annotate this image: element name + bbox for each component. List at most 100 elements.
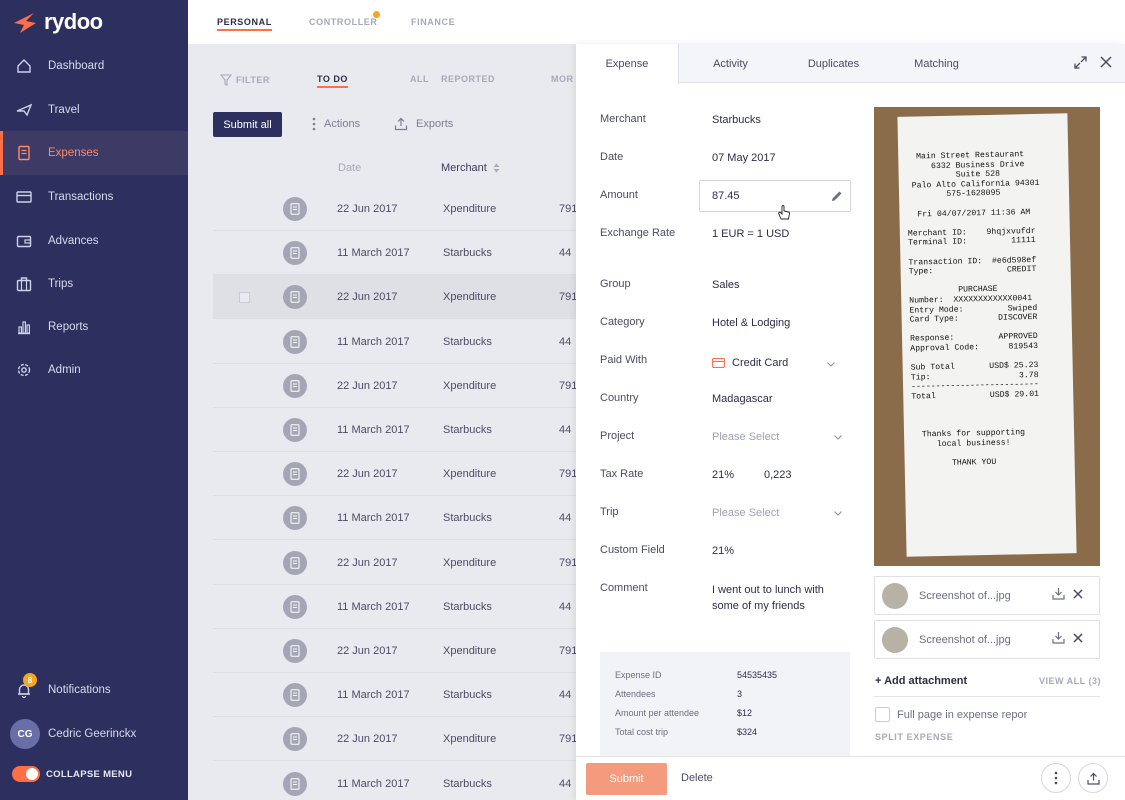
brand-name: rydoo [44, 9, 103, 34]
sidebar-item-admin[interactable]: Admin [0, 348, 188, 392]
comment-field[interactable]: I went out to lunch with some of my frie… [712, 582, 842, 620]
close-icon[interactable] [1073, 633, 1083, 643]
table-row[interactable]: 11 March 2017 Starbucks 44 [213, 496, 613, 541]
table-row[interactable]: 22 Jun 2017 Xpenditure 791 [213, 187, 613, 231]
info-value: $12 [737, 708, 753, 718]
paid-with-label: Paid With [600, 354, 648, 366]
download-icon[interactable] [1052, 631, 1065, 644]
row-checkbox[interactable] [239, 292, 250, 304]
receipt-image[interactable]: Main Street Restaurant 6332 Business Dri… [874, 107, 1100, 566]
sidebar-item-reports[interactable]: Reports [0, 305, 188, 349]
tab-all[interactable]: ALL [410, 74, 429, 84]
date-field[interactable]: 07 May 2017 [712, 152, 776, 164]
sidebar-item-label: Transactions [48, 191, 114, 203]
card-icon [16, 191, 32, 203]
sidebar-item-label: Expenses [48, 147, 99, 159]
table-row[interactable]: 11 March 2017 Starbucks 44 [213, 231, 613, 276]
toggle-switch[interactable] [12, 766, 40, 782]
tab-more[interactable]: MOR [551, 74, 574, 84]
share-button[interactable] [1078, 763, 1108, 793]
row-amount: 791 [559, 203, 578, 215]
column-header-merchant[interactable]: Merchant [441, 162, 500, 174]
close-icon[interactable] [1073, 589, 1083, 599]
bar-chart-icon [18, 321, 31, 335]
project-select[interactable]: Please Select [712, 431, 779, 443]
tab-activity[interactable]: Activity [679, 44, 782, 83]
table-row[interactable]: 22 Jun 2017 Xpenditure 791 [213, 452, 613, 497]
table-row[interactable]: 22 Jun 2017 Xpenditure 791 [213, 364, 613, 408]
receipt-icon [283, 683, 307, 708]
country-field[interactable]: Madagascar [712, 393, 773, 405]
tab-expense[interactable]: Expense [576, 44, 679, 84]
tab-duplicates[interactable]: Duplicates [782, 44, 885, 83]
chevron-down-icon[interactable] [827, 362, 835, 367]
custom-field-label: Custom Field [600, 544, 665, 556]
tab-matching[interactable]: Matching [885, 44, 988, 83]
table-row[interactable]: 11 March 2017 Starbucks 44 [213, 673, 613, 718]
receipt-icon [283, 373, 307, 398]
merchant-field[interactable]: Starbucks [712, 114, 761, 126]
expand-icon[interactable] [1074, 56, 1087, 69]
sidebar-item-dashboard[interactable]: Dashboard [0, 44, 188, 88]
sidebar-item-transactions[interactable]: Transactions [0, 175, 188, 219]
pencil-icon[interactable] [831, 190, 843, 202]
close-icon[interactable] [1100, 56, 1112, 68]
attachment-item[interactable]: Screenshot of...jpg [874, 620, 1100, 659]
tax-amount-field[interactable]: 0,223 [764, 469, 792, 481]
country-label: Country [600, 392, 639, 404]
submit-all-button[interactable]: Submit all [213, 112, 282, 137]
chevron-down-icon[interactable] [834, 511, 842, 516]
tab-finance[interactable]: FINANCE [411, 17, 455, 27]
table-row[interactable]: 11 March 2017 Starbucks 44 [213, 585, 613, 629]
sidebar-item-advances[interactable]: Advances [0, 219, 188, 263]
collapse-menu-toggle[interactable]: COLLAPSE MENU [12, 766, 132, 782]
attachment-item[interactable]: Screenshot of...jpg [874, 576, 1100, 615]
trip-select[interactable]: Please Select [712, 507, 779, 519]
column-header-date[interactable]: Date [338, 162, 361, 174]
sidebar-item-expenses[interactable]: Expenses [0, 131, 188, 175]
upload-icon [394, 117, 408, 131]
split-expense-link[interactable]: SPLIT EXPENSE [875, 732, 953, 742]
chevron-down-icon[interactable] [834, 435, 842, 440]
custom-field[interactable]: 21% [712, 545, 734, 557]
sidebar-item-trips[interactable]: Trips [0, 262, 188, 306]
submit-button[interactable]: Submit [586, 763, 667, 795]
table-row[interactable]: 11 March 2017 Starbucks 44 [213, 762, 613, 800]
category-field[interactable]: Hotel & Lodging [712, 317, 790, 329]
paid-with-select[interactable]: Credit Card [712, 357, 836, 369]
table-row[interactable]: 22 Jun 2017 Xpenditure 791 [213, 717, 613, 762]
table-row[interactable]: 22 Jun 2017 Xpenditure 791 [213, 629, 613, 673]
paid-with-value: Credit Card [732, 357, 789, 369]
user-profile[interactable]: CG Cedric Geerinckx [0, 712, 188, 756]
filter-label: FILTER [236, 75, 270, 85]
receipt-icon [283, 418, 307, 442]
group-field[interactable]: Sales [712, 279, 740, 291]
tab-personal[interactable]: PERSONAL [217, 17, 272, 31]
sidebar-item-travel[interactable]: Travel [0, 88, 188, 132]
actions-button[interactable]: Actions [312, 117, 360, 131]
table-row[interactable]: 22 Jun 2017 Xpenditure 791 [213, 541, 613, 585]
add-attachment-button[interactable]: + Add attachment [875, 675, 967, 687]
sidebar-item-label: Trips [48, 278, 74, 290]
amount-input[interactable]: 87.45 [699, 180, 851, 212]
tab-controller[interactable]: CONTROLLER [309, 17, 378, 27]
rydoo-logo[interactable]: rydoo [12, 8, 103, 36]
row-amount: 44 [559, 424, 572, 436]
tab-to-do[interactable]: TO DO [317, 74, 348, 88]
amount-value: 87.45 [712, 190, 740, 202]
view-all-attachments-link[interactable]: VIEW ALL (3) [1039, 676, 1101, 686]
tax-rate-field[interactable]: 21% [712, 469, 734, 481]
table-row[interactable]: 22 Jun 2017 Xpenditure 791 [213, 275, 613, 320]
table-row[interactable]: 11 March 2017 Starbucks 44 [213, 408, 613, 452]
filter-button[interactable]: FILTER [220, 74, 270, 86]
tab-reported[interactable]: REPORTED [441, 74, 495, 84]
more-options-button[interactable] [1041, 763, 1071, 793]
table-row[interactable]: 11 March 2017 Starbucks 44 [213, 320, 613, 364]
row-merchant: Starbucks [443, 512, 492, 525]
row-date: 22 Jun 2017 [337, 468, 398, 481]
download-icon[interactable] [1052, 587, 1065, 600]
home-icon [17, 59, 31, 73]
full-page-checkbox[interactable] [875, 707, 890, 722]
exports-button[interactable]: Exports [394, 117, 453, 131]
delete-button[interactable]: Delete [681, 772, 713, 784]
